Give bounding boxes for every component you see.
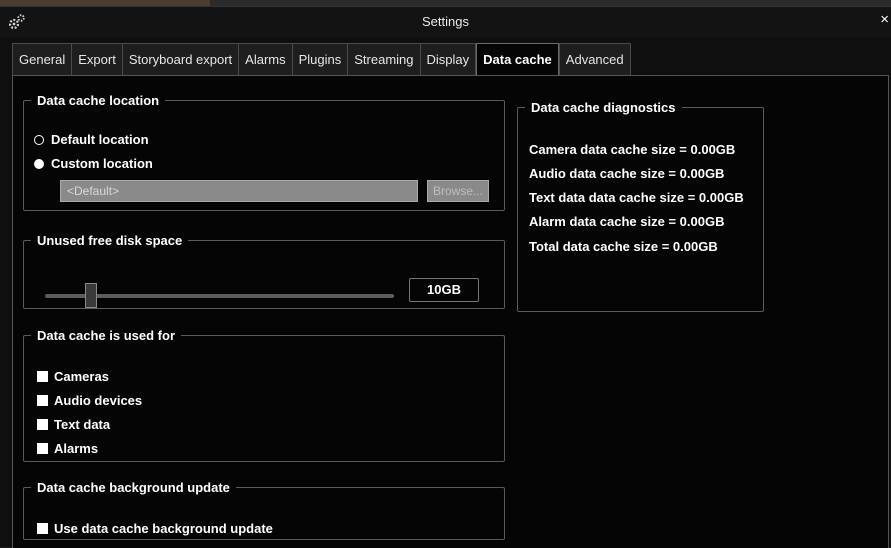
use-background-update-checkbox[interactable]: Use data cache background update: [37, 521, 273, 536]
location-path-input[interactable]: <Default>: [60, 180, 418, 202]
data-cache-location-legend: Data cache location: [37, 93, 160, 108]
total-cache-size: Total data cache size = 0.00GB: [529, 239, 718, 254]
close-button[interactable]: ×: [880, 11, 889, 28]
tab-data-cache[interactable]: Data cache: [476, 43, 559, 75]
default-location-label: Default location: [51, 132, 149, 147]
tab-bar: General Export Storyboard export Alarms …: [12, 43, 631, 75]
tab-advanced[interactable]: Advanced: [558, 43, 631, 75]
unused-free-disk-space-legend: Unused free disk space: [37, 233, 183, 248]
tab-plugins[interactable]: Plugins: [292, 43, 349, 75]
camera-cache-size: Camera data cache size = 0.00GB: [529, 142, 736, 157]
cameras-checkbox[interactable]: Cameras: [37, 369, 109, 384]
custom-location-radio[interactable]: Custom location: [34, 156, 153, 171]
settings-window: Settings × General Export Storyboard exp…: [0, 6, 891, 548]
audio-devices-checkbox[interactable]: Audio devices: [37, 393, 142, 408]
unused-free-disk-space-group: Unused free disk space 10GB: [23, 233, 505, 309]
checkbox-icon: [37, 523, 48, 534]
data-cache-background-update-group: Data cache background update Use data ca…: [23, 480, 505, 540]
custom-location-label: Custom location: [51, 156, 153, 171]
default-location-radio[interactable]: Default location: [34, 132, 149, 147]
audio-devices-label: Audio devices: [54, 393, 143, 408]
text-data-label: Text data: [54, 417, 111, 432]
slider-handle[interactable]: [85, 283, 97, 308]
audio-cache-size: Audio data cache size = 0.00GB: [529, 166, 725, 181]
data-cache-used-for-group: Data cache is used for Cameras Audio dev…: [23, 328, 505, 462]
disk-space-slider[interactable]: [45, 283, 394, 308]
data-cache-used-for-legend: Data cache is used for: [37, 328, 175, 343]
data-cache-background-update-legend: Data cache background update: [37, 480, 230, 495]
title-bar: Settings ×: [0, 7, 891, 37]
tab-storyboard-export[interactable]: Storyboard export: [122, 43, 240, 75]
tab-export[interactable]: Export: [72, 43, 123, 75]
data-cache-diagnostics-legend: Data cache diagnostics: [531, 100, 676, 115]
browse-button[interactable]: Browse...: [427, 180, 489, 202]
tab-streaming[interactable]: Streaming: [348, 43, 421, 75]
data-cache-diagnostics-group: Data cache diagnostics Camera data cache…: [517, 100, 764, 312]
data-cache-panel: Data cache location Default location Cus…: [12, 75, 889, 548]
alarms-checkbox[interactable]: Alarms: [37, 441, 98, 456]
cameras-label: Cameras: [54, 369, 109, 384]
text-data-checkbox[interactable]: Text data: [37, 417, 110, 432]
use-background-update-label: Use data cache background update: [54, 521, 273, 536]
disk-space-value: 10GB: [409, 278, 479, 302]
text-cache-size: Text data data cache size = 0.00GB: [529, 190, 744, 205]
alarms-label: Alarms: [54, 441, 99, 456]
window-title: Settings: [422, 14, 469, 29]
checkbox-icon: [37, 371, 48, 382]
checkbox-icon: [37, 443, 48, 454]
checkbox-icon: [37, 395, 48, 406]
tab-alarms[interactable]: Alarms: [239, 43, 293, 75]
radio-selected-icon: [34, 158, 44, 169]
alarm-cache-size: Alarm data cache size = 0.00GB: [529, 214, 725, 229]
checkbox-icon: [37, 419, 48, 430]
tab-general[interactable]: General: [12, 43, 73, 75]
tab-display[interactable]: Display: [420, 43, 477, 75]
data-cache-location-group: Data cache location Default location Cus…: [23, 93, 505, 211]
radio-unselected-icon: [34, 134, 44, 145]
